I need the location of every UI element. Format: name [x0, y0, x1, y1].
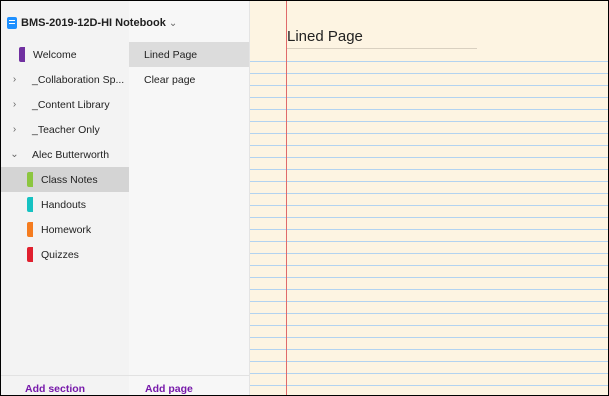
- section-group-label: _Collaboration Sp...: [32, 73, 125, 86]
- section-tab-icon: [27, 172, 33, 187]
- section-group-label: _Teacher Only: [32, 123, 100, 136]
- section-group-label: Alec Butterworth: [32, 148, 110, 161]
- section-group-label: _Content Library: [32, 98, 110, 111]
- page-list: Lined Page Clear page: [129, 42, 249, 92]
- section-item-welcome[interactable]: Welcome: [1, 42, 129, 67]
- section-item-homework[interactable]: Homework: [1, 217, 129, 242]
- section-list: Welcome › _Collaboration Sp... › _Conten…: [1, 42, 129, 267]
- notebook-title: BMS-2019-12D-HI Notebook: [21, 17, 166, 29]
- chevron-right-icon[interactable]: ›: [9, 124, 20, 135]
- section-label: Class Notes: [41, 173, 98, 186]
- section-item-handouts[interactable]: Handouts: [1, 192, 129, 217]
- section-group-collaboration[interactable]: › _Collaboration Sp...: [1, 67, 129, 92]
- section-label: Homework: [41, 223, 92, 236]
- page-item-clear-page[interactable]: Clear page: [129, 67, 249, 92]
- chevron-down-icon: ⌄: [168, 17, 178, 29]
- page-canvas[interactable]: [250, 1, 608, 395]
- margin-line: [286, 1, 287, 395]
- footer-divider: [1, 375, 249, 376]
- section-group-alec-butterworth[interactable]: ⌄ Alec Butterworth: [1, 142, 129, 167]
- section-tab-icon: [27, 247, 33, 262]
- chevron-down-icon[interactable]: ⌄: [9, 149, 20, 160]
- section-tab-icon: [27, 197, 33, 212]
- section-tab-icon: [27, 222, 33, 237]
- notebook-icon: [7, 17, 17, 29]
- chevron-right-icon[interactable]: ›: [9, 74, 20, 85]
- add-page-button[interactable]: Add page: [145, 383, 193, 395]
- section-label: Welcome: [33, 48, 77, 61]
- page-item-lined-page[interactable]: Lined Page: [129, 42, 249, 67]
- chevron-right-icon[interactable]: ›: [9, 99, 20, 110]
- section-label: Quizzes: [41, 248, 79, 261]
- title-underline: [287, 48, 477, 49]
- notebook-switcher[interactable]: BMS-2019-12D-HI Notebook ⌄: [7, 15, 247, 31]
- onenote-window: BMS-2019-12D-HI Notebook ⌄ Welcome › _Co…: [0, 0, 609, 396]
- page-label: Clear page: [144, 73, 196, 86]
- section-label: Handouts: [41, 198, 86, 211]
- add-section-button[interactable]: Add section: [25, 383, 85, 395]
- section-item-quizzes[interactable]: Quizzes: [1, 242, 129, 267]
- page-label: Lined Page: [144, 48, 198, 61]
- section-group-content-library[interactable]: › _Content Library: [1, 92, 129, 117]
- section-item-class-notes[interactable]: Class Notes: [1, 167, 129, 192]
- section-group-teacher-only[interactable]: › _Teacher Only: [1, 117, 129, 142]
- section-tab-icon: [19, 47, 25, 62]
- page-title[interactable]: Lined Page: [287, 28, 363, 45]
